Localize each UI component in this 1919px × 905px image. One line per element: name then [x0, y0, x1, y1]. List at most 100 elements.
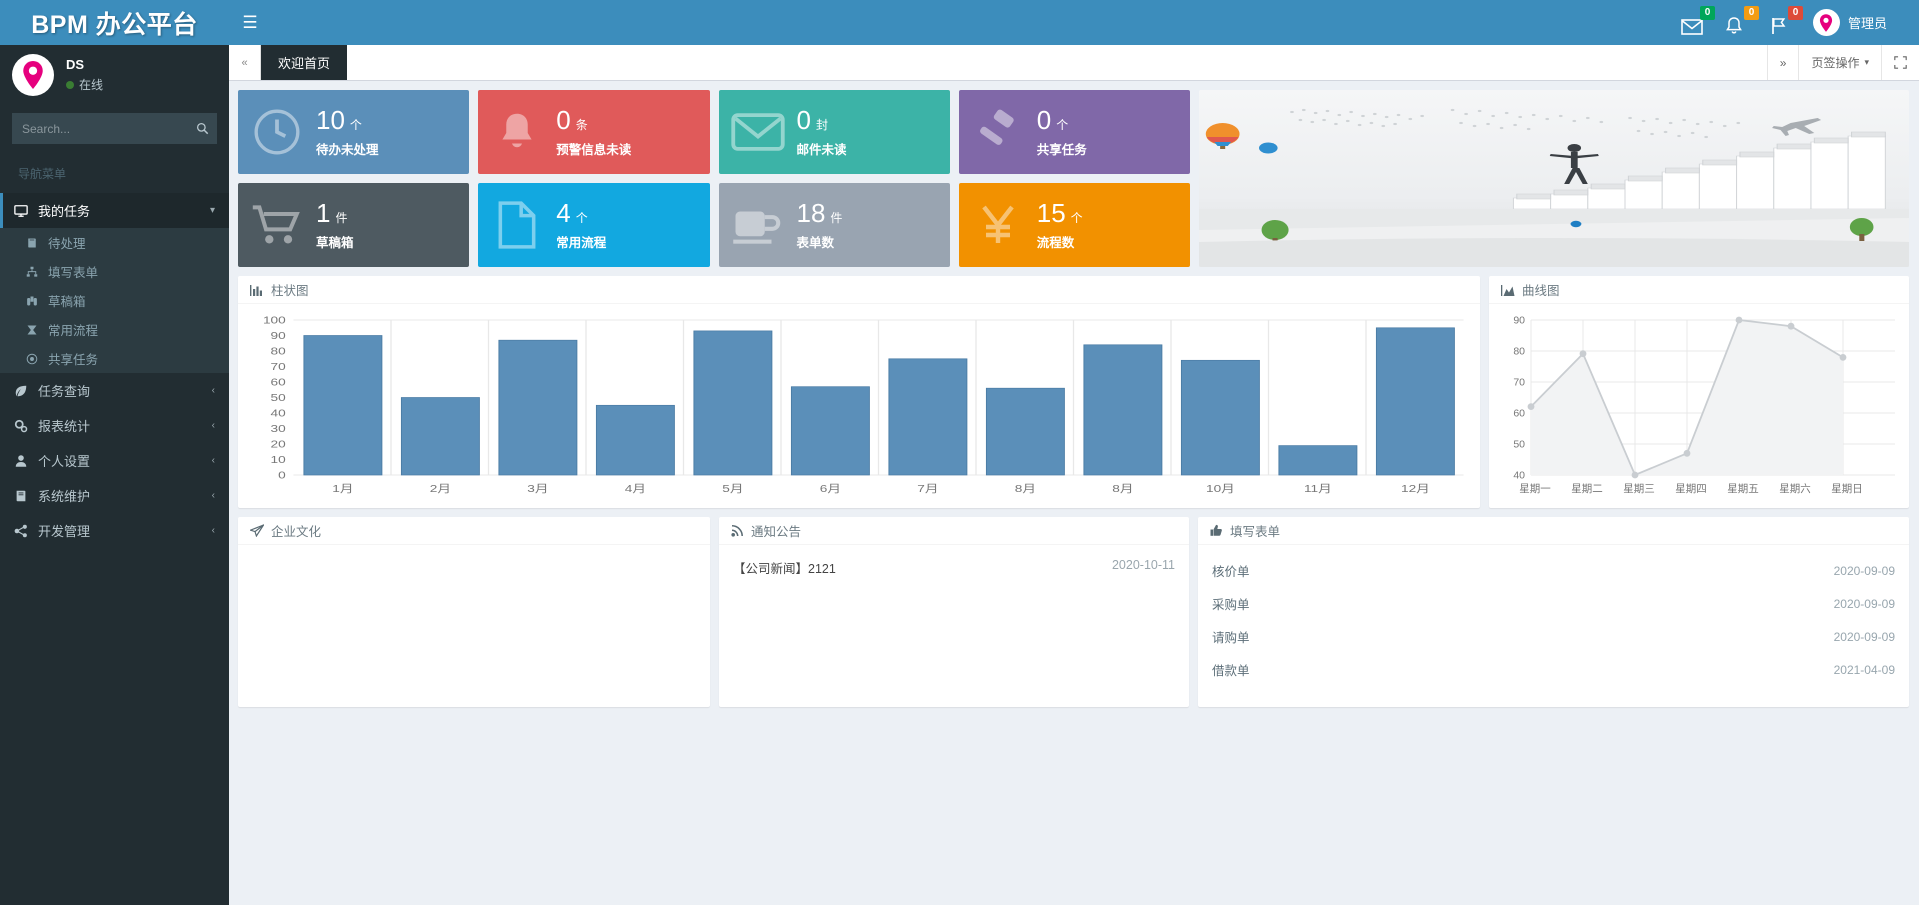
- fullscreen-icon[interactable]: [1881, 45, 1919, 80]
- sidebar-item-label: 任务查询: [38, 384, 91, 399]
- map-pin-icon: [23, 61, 43, 89]
- sidebar-item-label: 报表统计: [38, 419, 91, 434]
- stat-card-text: 1件 草稿箱: [316, 200, 354, 251]
- forms-panel-header: 填写表单: [1198, 517, 1909, 545]
- svg-text:8月: 8月: [1112, 483, 1133, 495]
- sidebar-subitem-label: 待处理: [48, 237, 86, 251]
- sidebar-item-label: 个人设置: [38, 454, 91, 469]
- sidebar-subitem-label: 草稿箱: [48, 295, 86, 309]
- sidebar-subitem-label: 填写表单: [48, 266, 99, 280]
- hamburger-icon[interactable]: ☰: [229, 0, 271, 45]
- sidebar-user-status: 在线: [66, 76, 103, 93]
- svg-text:40: 40: [271, 407, 286, 419]
- stat-cards: 10 个 待办未处理 0 条 预警信息未读 0 封 邮件未读 0 个 共享任务 …: [238, 90, 1190, 267]
- gavel-icon: [959, 109, 1037, 155]
- small-balloon-icon: [1259, 142, 1278, 154]
- double-right-icon[interactable]: »: [1766, 45, 1799, 80]
- sidebar-subitem-common-flows[interactable]: 常用流程: [0, 315, 229, 344]
- stat-card-drafts[interactable]: 1件 草稿箱: [238, 183, 470, 267]
- envelope-icon: [1681, 18, 1703, 35]
- search-button[interactable]: [187, 113, 217, 144]
- form-name: 核价单: [1212, 565, 1250, 579]
- svg-text:60: 60: [271, 376, 286, 388]
- share-icon: [14, 524, 38, 538]
- svg-text:星期六: 星期六: [1779, 483, 1811, 495]
- stat-card-alerts[interactable]: 0条 预警信息未读: [478, 90, 710, 174]
- messages-badge: 0: [1699, 5, 1715, 20]
- line-chart-title: 曲线图: [1522, 284, 1560, 298]
- search-input[interactable]: [12, 121, 187, 136]
- stat-card-flows[interactable]: 15 个 流程数: [958, 183, 1190, 267]
- list-item[interactable]: 请购单 2020-09-09: [1210, 620, 1897, 653]
- sidebar-subitem-fill-form[interactable]: 填写表单: [0, 257, 229, 286]
- notifications-badge: 0: [1743, 5, 1759, 20]
- bar-chart-body: 100 90 80 70 60 50 40 30 20 10 0 1月 2月 3…: [238, 304, 1480, 508]
- sidebar-item-system-maintenance[interactable]: 系统维护 ‹: [0, 478, 229, 513]
- notice-text: 【公司新闻】2121: [733, 562, 836, 576]
- line-chart-header: 曲线图: [1489, 276, 1909, 304]
- chevron-down-icon: ▾: [1864, 57, 1869, 67]
- svg-text:星期二: 星期二: [1571, 483, 1603, 495]
- stat-card-text: 18 件 表单数: [797, 200, 843, 251]
- sidebar-item-personal-settings[interactable]: 个人设置 ‹: [0, 443, 229, 478]
- stat-card-value-row: 4个: [556, 200, 606, 226]
- coffee-icon: [719, 204, 797, 246]
- sidebar-user-status-label: 在线: [79, 78, 104, 92]
- bar-chart-xticks: 1月 2月 3月 4月 5月 6月 7月 8月 8月 10月 11月 12月: [332, 483, 1430, 495]
- svg-text:5月: 5月: [722, 483, 743, 495]
- content-area: « 欢迎首页 » 页签操作 ▾ 10 个 待办未处理 0 条 预警信息未读 0 …: [229, 45, 1919, 905]
- messages-button[interactable]: 0: [1681, 5, 1715, 36]
- tasks-button[interactable]: 0: [1769, 5, 1803, 36]
- stat-card-common-flows[interactable]: 4个 常用流程: [478, 183, 710, 267]
- stat-label: 预警信息未读: [556, 142, 632, 157]
- sidebar-subitem-drafts[interactable]: 草稿箱: [0, 286, 229, 315]
- svg-text:8月: 8月: [1015, 483, 1036, 495]
- sidebar-item-task-query[interactable]: 任务查询 ‹: [0, 373, 229, 408]
- double-left-icon[interactable]: «: [229, 45, 261, 80]
- sidebar-item-my-tasks[interactable]: 我的任务 ▾: [0, 193, 229, 228]
- list-item[interactable]: 采购单 2020-09-09: [1210, 587, 1897, 620]
- stat-value: 0: [1036, 104, 1052, 135]
- list-item[interactable]: 核价单 2020-09-09: [1210, 554, 1897, 587]
- tab-actions-label: 页签操作: [1811, 56, 1860, 70]
- list-item[interactable]: 【公司新闻】2121 2020-10-11: [731, 554, 1177, 581]
- chevron-left-icon: ‹: [211, 385, 215, 396]
- notifications-button[interactable]: 0: [1725, 5, 1759, 36]
- sidebar-search-row: [0, 105, 229, 154]
- sidebar-user-panel[interactable]: DS 在线: [0, 45, 229, 105]
- svg-text:3月: 3月: [527, 483, 548, 495]
- forms-panel-title: 填写表单: [1230, 525, 1281, 539]
- svg-text:1月: 1月: [332, 483, 353, 495]
- user-menu[interactable]: 管理员: [1812, 9, 1887, 36]
- chevron-left-icon: ‹: [211, 525, 215, 536]
- svg-text:80: 80: [1513, 346, 1525, 358]
- stat-card-pending[interactable]: 10 个 待办未处理: [238, 90, 470, 174]
- tab-actions-dropdown[interactable]: 页签操作 ▾: [1798, 45, 1881, 80]
- stat-card-mail[interactable]: 0封 邮件未读: [718, 90, 950, 174]
- sidebar-item-dev-management[interactable]: 开发管理 ‹: [0, 513, 229, 548]
- sidebar-item-reports[interactable]: 报表统计 ‹: [0, 408, 229, 443]
- desktop-icon: [14, 204, 38, 218]
- sidebar-subitem-label: 共享任务: [48, 353, 99, 367]
- stat-card-value-row: 0封: [797, 107, 847, 133]
- svg-text:90: 90: [1513, 315, 1525, 327]
- sidebar-avatar: [12, 54, 54, 96]
- forms-panel: 填写表单 核价单 2020-09-09 采购单 2020-09-09 请购单 2…: [1198, 517, 1909, 707]
- bar-chart-title: 柱状图: [271, 284, 309, 298]
- charts-row: 柱状图 100 90 80 70 60 50 40 30 20 10 0 1月 …: [238, 276, 1909, 508]
- sidebar-subitem-pending[interactable]: 待处理: [0, 228, 229, 257]
- svg-text:10: 10: [271, 454, 286, 466]
- stat-card-value-row: 15 个: [1037, 200, 1083, 226]
- main-content: 10 个 待办未处理 0 条 预警信息未读 0 封 邮件未读 0 个 共享任务 …: [229, 81, 1919, 905]
- stat-card-shared[interactable]: 0个 共享任务: [958, 90, 1190, 174]
- notice-panel-title: 通知公告: [751, 525, 802, 539]
- sidebar-user-name: DS: [66, 57, 85, 72]
- stat-card-forms[interactable]: 18 件 表单数: [718, 183, 950, 267]
- book-icon: [14, 489, 38, 503]
- sidebar-subitem-shared-tasks[interactable]: 共享任务: [0, 344, 229, 373]
- stat-label: 流程数: [1036, 235, 1075, 250]
- app-logo[interactable]: BPM 办公平台: [0, 0, 229, 45]
- list-item[interactable]: 借款单 2021-04-09: [1210, 653, 1897, 686]
- stat-label: 表单数: [796, 235, 835, 250]
- tab-welcome-home[interactable]: 欢迎首页: [261, 45, 348, 80]
